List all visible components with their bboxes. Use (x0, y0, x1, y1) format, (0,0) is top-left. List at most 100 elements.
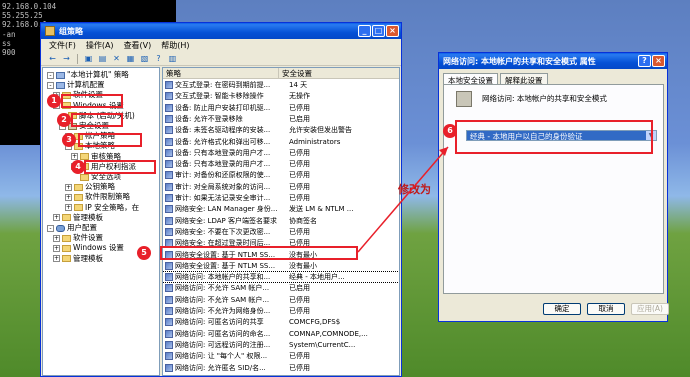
tree-item[interactable]: + 管理模板 (53, 213, 103, 223)
minimize-button[interactable]: _ (358, 25, 371, 37)
list-header: 策略 安全设置 (163, 68, 399, 79)
policy-setting: 协商签名 (289, 216, 317, 225)
tree-item[interactable]: - "本地计算机" 策略 (47, 70, 129, 80)
user-icon (56, 224, 65, 232)
table-row[interactable]: 审计: 如果无法记录安全审计... 已停用 (163, 193, 399, 203)
policy-icon (456, 91, 472, 107)
table-row[interactable]: 网络安全: LDAP 客户端签名要求 协商签名 (163, 216, 399, 226)
tree-item[interactable]: + 软件限制策略 (65, 192, 130, 202)
title-bar[interactable]: 组策略 _ □ × (41, 23, 401, 39)
expand-icon[interactable]: + (53, 214, 60, 222)
table-row[interactable]: 交互式登录: 在密码到期前提... 14 天 (163, 80, 399, 90)
table-row[interactable]: 网络访问: 可匿名访问的命名... COMNAP,COMNODE,... (163, 329, 399, 339)
collapse-icon[interactable]: - (47, 81, 54, 89)
policy-icon (165, 92, 173, 101)
table-row[interactable]: 交互式登录: 智能卡移除操作 无操作 (163, 91, 399, 101)
close-button[interactable]: × (386, 25, 399, 37)
table-row[interactable]: 网络访问: 可匿名访问的共享 COMCFG,DFS$ (163, 317, 399, 327)
table-row[interactable]: 网络安全设置: 基于 NTLM SS... 没有最小 (163, 261, 399, 271)
policy-icon (165, 160, 173, 169)
maximize-button[interactable]: □ (372, 25, 385, 37)
policy-icon (165, 273, 173, 282)
menu-help[interactable]: 帮助(H) (161, 40, 189, 51)
dialog-close-button[interactable]: × (652, 55, 665, 67)
dialog-title-bar[interactable]: 网络访问: 本地帐户的共享和安全模式 属性 ? × (439, 53, 667, 69)
tree-item-label: Windows 设置 (73, 243, 124, 253)
up-icon[interactable]: ▣ (83, 54, 94, 64)
cancel-button[interactable]: 取消 (587, 303, 625, 315)
forward-icon[interactable]: → (61, 54, 72, 64)
badge-6: 6 (443, 124, 457, 138)
delete-icon[interactable]: ✕ (111, 54, 122, 64)
table-row[interactable]: 审计: 对备份和还原权限的使... 已停用 (163, 170, 399, 180)
tree-item-label: 管理模板 (73, 212, 103, 222)
folder-icon (62, 244, 71, 252)
tree-item[interactable]: + 管理模板 (53, 254, 103, 264)
annotation-box-1 (61, 94, 123, 108)
tree-item[interactable]: + Windows 设置 (53, 243, 124, 253)
collapse-icon[interactable]: - (47, 224, 54, 232)
policy-name: 网络访问: 不允许 SAM 帐户... (175, 284, 270, 293)
policy-icon (165, 114, 173, 123)
policy-icon (165, 194, 173, 202)
policy-icon (165, 329, 173, 338)
column-header-policy[interactable]: 策略 (163, 68, 279, 78)
computer-icon (56, 81, 65, 89)
policy-setting: 已停用 (289, 182, 310, 191)
table-row[interactable]: 网络访问: 不允许为网络身份... 已停用 (163, 306, 399, 316)
menu-action[interactable]: 操作(A) (86, 40, 114, 51)
table-row[interactable]: 设备: 防止用户安装打印机驱... 已停用 (163, 103, 399, 113)
show-tree-icon[interactable]: ▤ (97, 54, 108, 64)
policy-setting: 已停用 (289, 295, 310, 304)
tree-item[interactable]: + IP 安全策略，在 (65, 203, 139, 213)
policy-setting: System\CurrentC... (289, 340, 356, 349)
policy-name: 网络安全设置: 基于 NTLM SS... (175, 261, 276, 270)
policy-icon (165, 340, 173, 349)
column-header-setting[interactable]: 安全设置 (279, 68, 399, 78)
tree-item[interactable]: - 用户配置 (47, 223, 97, 233)
policy-icon (165, 284, 173, 293)
export-icon[interactable]: ▧ (139, 54, 150, 64)
table-row[interactable]: 设备: 只有本地登录的用户才... 已停用 (163, 159, 399, 169)
table-row[interactable]: 网络访问: 允许匿名 SID/名... 已停用 (163, 363, 399, 373)
policy-name: 设备: 允许格式化和弹出可移... (175, 137, 271, 146)
tree-item[interactable]: + 软件设置 (53, 233, 103, 243)
table-row[interactable]: 网络访问: 不允许 SAM 帐户... 已停用 (163, 295, 399, 305)
table-row[interactable]: 设备: 允许格式化和弹出可移... Administrators (163, 137, 399, 147)
collapse-icon[interactable]: - (47, 71, 54, 79)
properties-icon[interactable]: ▦ (125, 54, 136, 64)
menu-file[interactable]: 文件(F) (49, 40, 76, 51)
policy-icon (165, 295, 173, 304)
tree-item[interactable]: - 计算机配置 (47, 80, 105, 90)
table-row[interactable]: 网络访问: 可远程访问的注册... System\CurrentC... (163, 340, 399, 350)
menu-view[interactable]: 查看(V) (124, 40, 152, 51)
table-row[interactable]: 网络安全: 不要在下次更改密... 已停用 (163, 227, 399, 237)
policy-name: 审计: 对备份和还原权限的使... (175, 171, 271, 180)
ok-button[interactable]: 确定 (543, 303, 581, 315)
table-row[interactable]: 设备: 允许不登录移除 已启用 (163, 114, 399, 124)
folder-icon (74, 183, 83, 191)
dialog-help-button[interactable]: ? (638, 55, 651, 67)
expand-icon[interactable]: + (53, 244, 60, 252)
expand-icon[interactable]: + (65, 183, 72, 191)
apply-button[interactable]: 应用(A) (631, 303, 669, 315)
policy-icon (165, 137, 173, 146)
tree-item[interactable]: + 公钥策略 (65, 182, 115, 192)
console-line: 55.255.25 (2, 11, 43, 21)
view-icon[interactable]: ▥ (167, 54, 178, 64)
expand-icon[interactable]: + (53, 234, 60, 242)
back-icon[interactable]: ← (47, 54, 58, 64)
help-icon[interactable]: ? (153, 54, 164, 64)
policy-setting: 已停用 (289, 307, 310, 315)
policy-setting: 已停用 (289, 171, 310, 180)
table-row[interactable]: 审计: 对全局系统对象的访问... 已停用 (163, 182, 399, 192)
table-row[interactable]: 网络访问: 让 "每个人" 权限... 已停用 (163, 351, 399, 361)
expand-icon[interactable]: + (65, 204, 72, 212)
table-row[interactable]: 网络访问: 不允许 SAM 帐户... 已启用 (163, 283, 399, 293)
expand-icon[interactable]: + (53, 255, 60, 263)
expand-icon[interactable]: + (65, 193, 72, 201)
table-row[interactable]: 设备: 只有本地登录的用户才... 已停用 (163, 148, 399, 158)
table-row[interactable]: 设备: 未签名驱动程序的安装... 允许安装但发出警告 (163, 125, 399, 135)
table-row[interactable]: 网络安全: LAN Manager 身份... 发送 LM & NTLM ... (163, 204, 399, 214)
table-row[interactable]: 网络访问: 本地帐户的共享和... 经典 - 本地用户... (163, 271, 399, 283)
